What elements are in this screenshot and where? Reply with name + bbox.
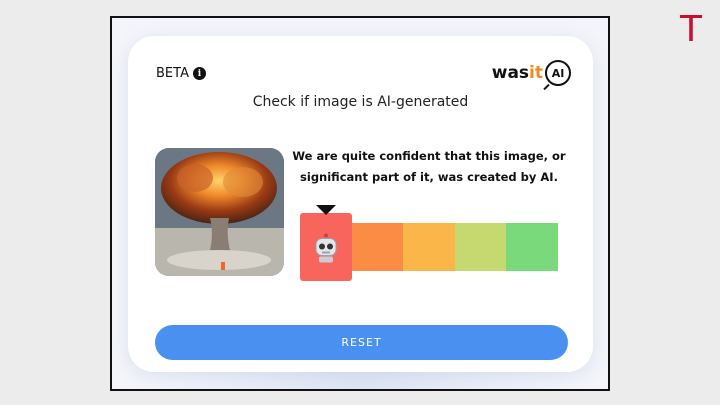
meter-segment-3 [403,223,455,271]
beta-label: BETA [156,66,189,81]
wasitai-logo: was it AI [492,60,571,86]
uploaded-image-thumbnail [155,148,284,276]
detection-result-text: We are quite confident that this image, … [292,149,566,184]
corner-letter-mark: T [680,9,702,50]
confidence-meter [300,205,558,281]
detector-card: BETA i was it AI Check if image is AI-ge… [128,36,593,372]
meter-pointer-icon [315,205,336,215]
meter-segment-2 [351,223,404,271]
info-icon[interactable]: i [192,67,206,80]
meter-segment-5 [506,223,558,271]
logo-magnifier-ai: AI [545,60,571,86]
meter-segment-4 [454,223,507,271]
beta-badge: BETA i [156,66,206,81]
page-title: Check if image is AI-generated [252,94,469,110]
logo-text-it: it [529,63,543,83]
reset-button[interactable]: RESET [155,325,568,360]
mushroom-cloud-image [155,148,284,276]
meter-segment-ai [300,205,352,281]
screenshot-frame: BETA i was it AI Check if image is AI-ge… [110,16,610,391]
logo-text-was: was [491,63,530,83]
robot-icon [315,233,337,263]
